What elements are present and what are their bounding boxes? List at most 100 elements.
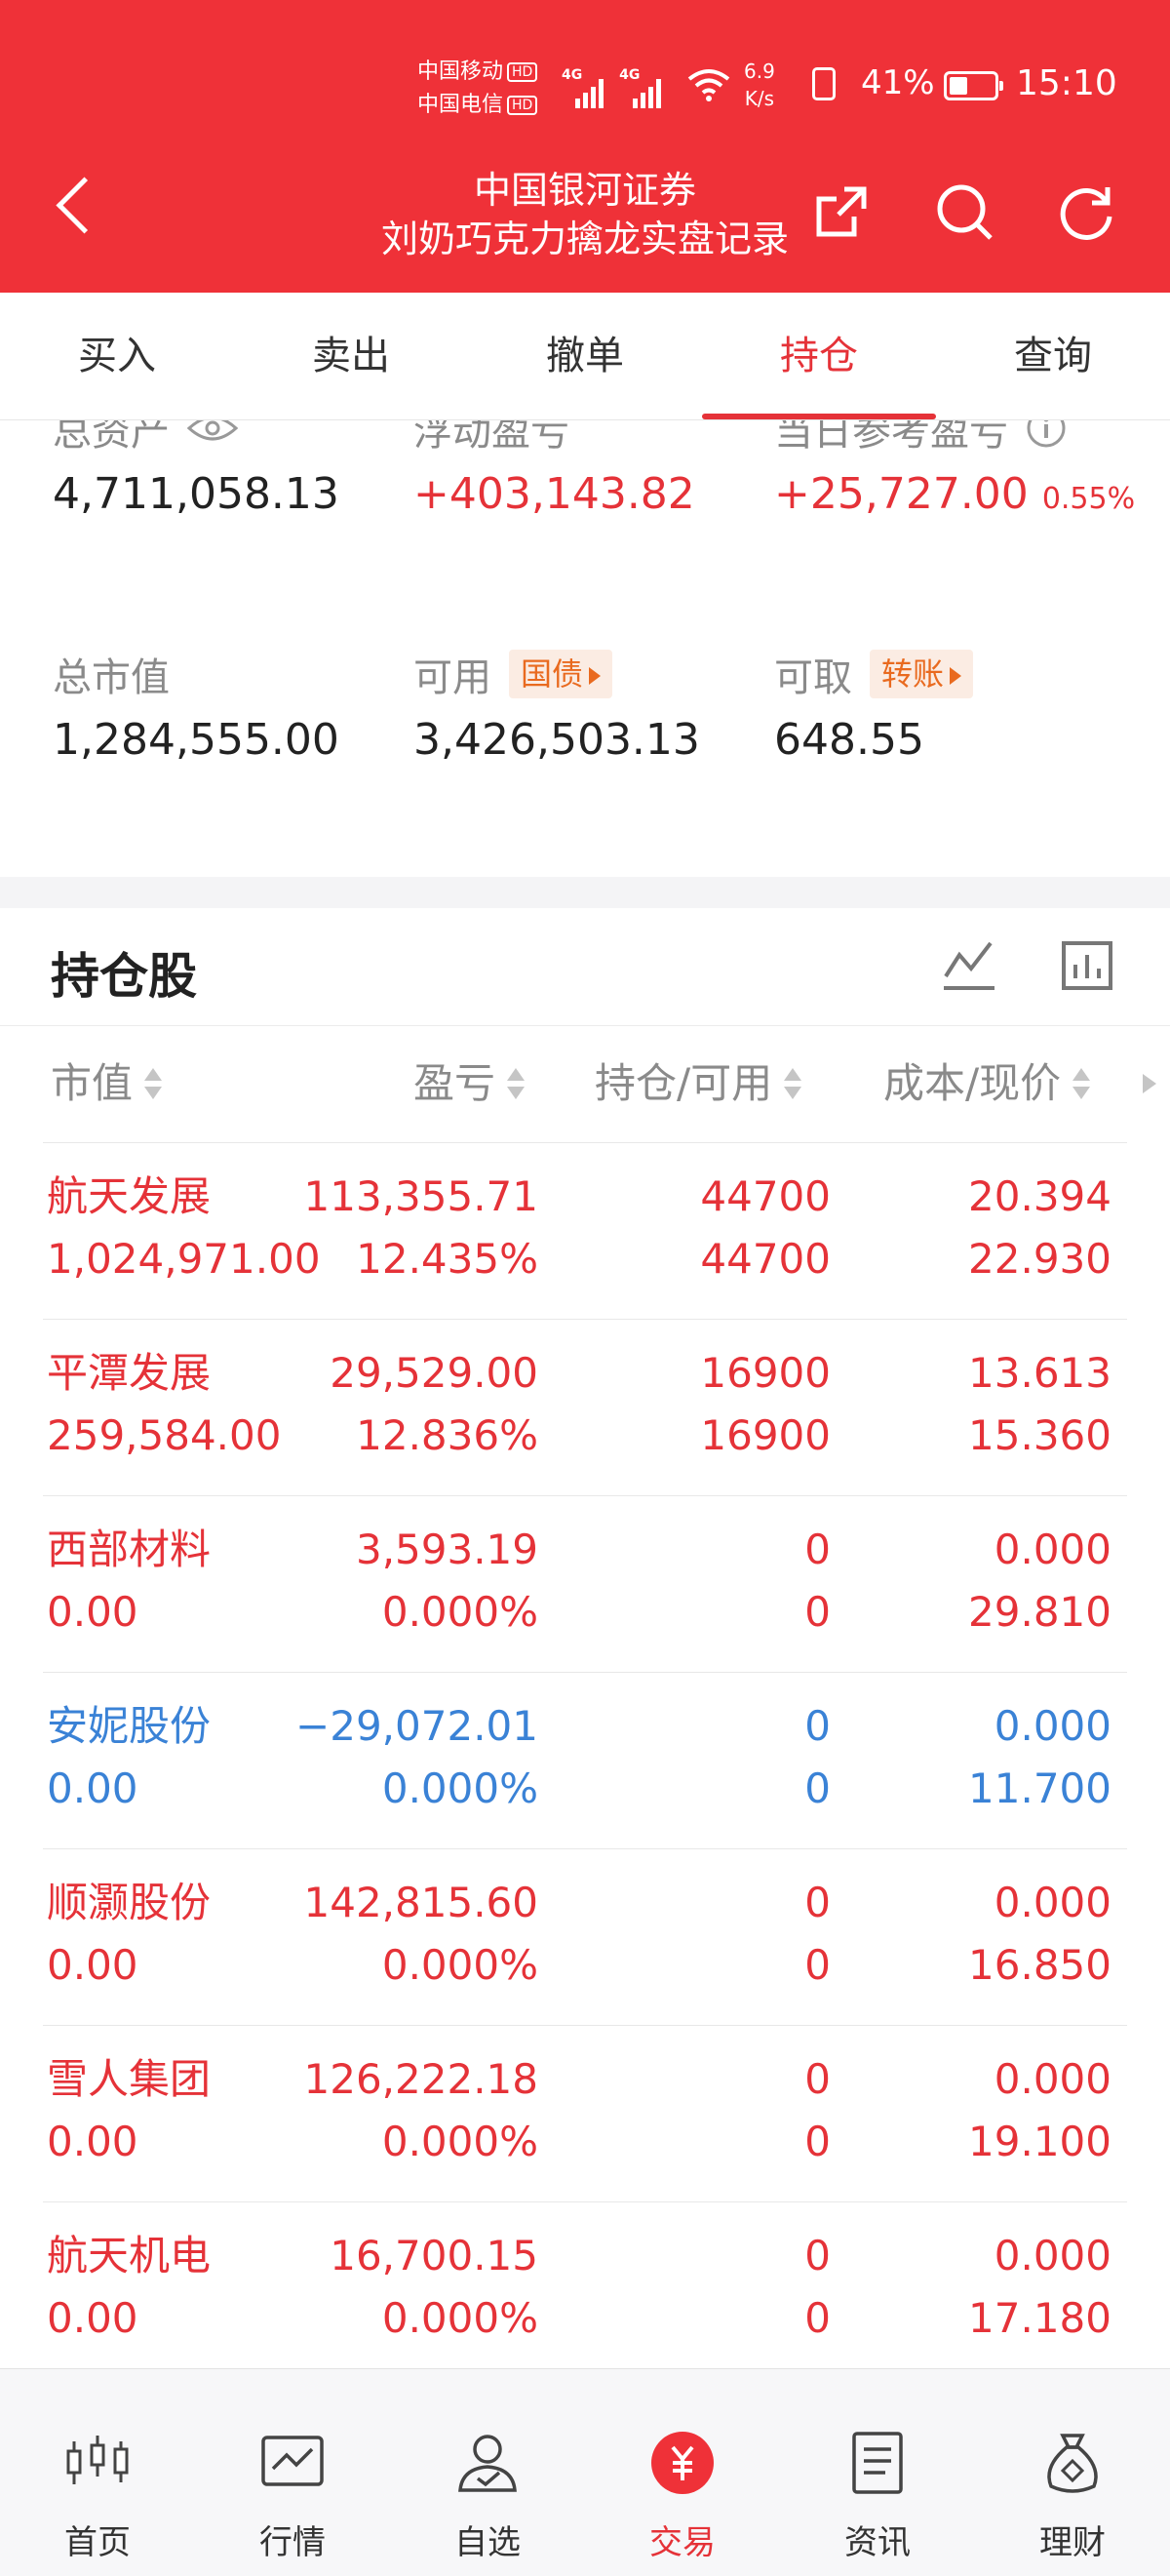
transfer-label: 转账 bbox=[881, 655, 945, 693]
chip-arrow-icon bbox=[950, 667, 962, 685]
holdings-section: 持仓股 市值 盈亏 持仓/可用 成本/现价 航天发展 1,024,971.00 11… bbox=[0, 908, 1170, 2368]
sort-icon bbox=[505, 1066, 526, 1101]
cost-price: 0.000 bbox=[994, 1702, 1112, 1750]
col-profit-loss[interactable]: 盈亏 bbox=[413, 1025, 526, 1142]
cost-price: 20.394 bbox=[968, 1172, 1112, 1220]
nav-item-3[interactable]: 自选 bbox=[390, 2369, 585, 2576]
page-subtitle: 刘奶巧克力擒龙实盘记录 bbox=[380, 218, 789, 260]
market-value: 0.00 bbox=[47, 2118, 138, 2165]
tab-5[interactable]: 查询 bbox=[956, 293, 1150, 419]
col-market-value[interactable]: 市值 bbox=[51, 1025, 163, 1142]
col-position-label: 持仓/可用 bbox=[595, 1059, 773, 1107]
treasury-bond-label: 国债 bbox=[521, 655, 584, 693]
total-assets: 总资产 4,711,058.13 bbox=[53, 420, 339, 519]
profit-loss: 3,593.19 bbox=[355, 1526, 538, 1573]
battery-percent: 41% bbox=[861, 63, 935, 102]
carrier-info: 中国移动 HD 中国电信 HD bbox=[417, 56, 538, 122]
share-icon[interactable] bbox=[811, 181, 872, 242]
profit-loss: 16,700.15 bbox=[330, 2232, 538, 2279]
scroll-right-icon[interactable] bbox=[1143, 1074, 1156, 1093]
refresh-icon[interactable] bbox=[1057, 181, 1117, 242]
daily-pl-label: 当日参考盈亏 bbox=[774, 420, 1008, 455]
search-icon[interactable] bbox=[934, 181, 994, 242]
holding-row[interactable]: 平潭发展 259,584.00 29,529.00 12.836% 16900 16900… bbox=[43, 1319, 1127, 1495]
nav-item-6[interactable]: 理财 bbox=[975, 2369, 1170, 2576]
transfer-button[interactable]: 转账 bbox=[870, 650, 974, 698]
bar-chart-icon[interactable] bbox=[1058, 935, 1116, 994]
info-icon[interactable] bbox=[1026, 420, 1067, 449]
withdrawable-funds: 可取 转账 648.55 bbox=[774, 647, 974, 765]
withdrawable-value: 648.55 bbox=[774, 715, 924, 765]
header-title-block: 中国银河证券 刘奶巧克力擒龙实盘记录 bbox=[292, 166, 878, 263]
nav-item-4[interactable]: 交易 bbox=[585, 2369, 780, 2576]
profit-loss-pct: 12.836% bbox=[356, 1411, 538, 1459]
candlestick-icon bbox=[66, 2436, 129, 2484]
holding-row[interactable]: 航天发展 1,024,971.00 113,355.71 12.435% 44700 44… bbox=[43, 1142, 1127, 1319]
available-qty: 0 bbox=[804, 1588, 831, 1636]
nav-item-2[interactable]: 行情 bbox=[195, 2369, 390, 2576]
speed-value: 6.9 bbox=[744, 59, 775, 83]
current-price: 16.850 bbox=[968, 1941, 1112, 1989]
current-price: 22.930 bbox=[968, 1235, 1112, 1283]
floating-pl: 浮动盈亏 +403,143.82 bbox=[413, 420, 695, 519]
floating-pl-value: +403,143.82 bbox=[413, 469, 695, 519]
current-price: 11.700 bbox=[968, 1764, 1112, 1812]
treasury-bond-button[interactable]: 国债 bbox=[509, 650, 613, 698]
sort-icon bbox=[782, 1066, 802, 1101]
stock-name: 顺灏股份 bbox=[47, 1879, 212, 1926]
current-price: 15.360 bbox=[968, 1411, 1112, 1459]
position-qty: 0 bbox=[804, 2055, 831, 2103]
nav-label: 交易 bbox=[649, 2523, 716, 2562]
profit-loss-pct: 0.000% bbox=[381, 2118, 538, 2165]
col-cost-price[interactable]: 成本/现价 bbox=[883, 1025, 1091, 1142]
nav-item-1[interactable]: 首页 bbox=[0, 2369, 195, 2576]
tab-1[interactable]: 买入 bbox=[20, 293, 214, 419]
cost-price: 0.000 bbox=[994, 2055, 1112, 2103]
tab-4[interactable]: 持仓 bbox=[722, 293, 916, 419]
holding-row[interactable]: 安妮股份 0.00 −29,072.01 0.000% 0 0 0.000 11.700 bbox=[43, 1672, 1127, 1848]
tab-3[interactable]: 撤单 bbox=[488, 293, 682, 419]
profit-loss-pct: 0.000% bbox=[381, 1588, 538, 1636]
signal-indicators: 4G 4G bbox=[562, 67, 672, 110]
stock-name: 雪人集团 bbox=[47, 2055, 212, 2103]
signal-icon: 4G bbox=[562, 67, 612, 110]
profit-loss-pct: 12.435% bbox=[356, 1235, 538, 1283]
back-icon[interactable] bbox=[56, 177, 113, 234]
cost-price: 13.613 bbox=[968, 1349, 1112, 1397]
eye-icon[interactable] bbox=[187, 420, 238, 442]
chip-arrow-icon bbox=[589, 667, 602, 685]
daily-pl-value: +25,727.00 bbox=[774, 469, 1029, 519]
position-qty: 0 bbox=[804, 1879, 831, 1926]
asset-summary: 总资产 4,711,058.13 浮动盈亏 +403,143.82 当日参考盈亏… bbox=[0, 420, 1170, 877]
available-value: 3,426,503.13 bbox=[413, 715, 700, 765]
available-qty: 16900 bbox=[700, 1411, 831, 1459]
news-document-icon bbox=[852, 2432, 903, 2494]
market-value-label: 总市值 bbox=[53, 655, 170, 700]
cost-price: 0.000 bbox=[994, 2232, 1112, 2279]
app-header: 中国移动HD 中国电信HD 4G 4G 6.9 K/s 41% 15:10 bbox=[0, 0, 1170, 293]
nav-item-5[interactable]: 资讯 bbox=[780, 2369, 975, 2576]
vibrate-icon bbox=[812, 67, 836, 100]
withdrawable-label: 可取 bbox=[774, 655, 852, 700]
floating-pl-label: 浮动盈亏 bbox=[413, 420, 569, 455]
tab-2[interactable]: 卖出 bbox=[254, 293, 448, 419]
profit-loss: 142,815.60 bbox=[303, 1879, 538, 1926]
carrier-2: 中国电信 bbox=[417, 93, 504, 117]
col-position[interactable]: 持仓/可用 bbox=[595, 1025, 802, 1142]
page-title: 中国银河证券 bbox=[473, 169, 696, 212]
holding-row[interactable]: 顺灏股份 0.00 142,815.60 0.000% 0 0 0.000 16.850 bbox=[43, 1848, 1127, 2025]
trade-tabs: 买入 卖出 撤单 持仓 查询 bbox=[0, 293, 1170, 420]
profit-loss-pct: 0.000% bbox=[381, 1941, 538, 1989]
market-value: 0.00 bbox=[47, 1941, 138, 1989]
hd-badge: HD bbox=[507, 96, 538, 115]
stock-name: 航天机电 bbox=[47, 2232, 212, 2279]
market-value: 0.00 bbox=[47, 2294, 138, 2342]
sort-icon bbox=[142, 1066, 163, 1101]
market-value: 0.00 bbox=[47, 1588, 138, 1636]
market-value: 259,584.00 bbox=[47, 1411, 282, 1459]
trend-line-icon[interactable] bbox=[940, 935, 998, 994]
holding-row[interactable]: 西部材料 0.00 3,593.19 0.000% 0 0 0.000 29.810 bbox=[43, 1495, 1127, 1672]
nav-label: 资讯 bbox=[844, 2523, 911, 2562]
holding-row[interactable]: 雪人集团 0.00 126,222.18 0.000% 0 0 0.000 19.100 bbox=[43, 2025, 1127, 2201]
holding-row[interactable]: 航天机电 0.00 16,700.15 0.000% 0 0 0.000 17.180 bbox=[43, 2201, 1127, 2378]
